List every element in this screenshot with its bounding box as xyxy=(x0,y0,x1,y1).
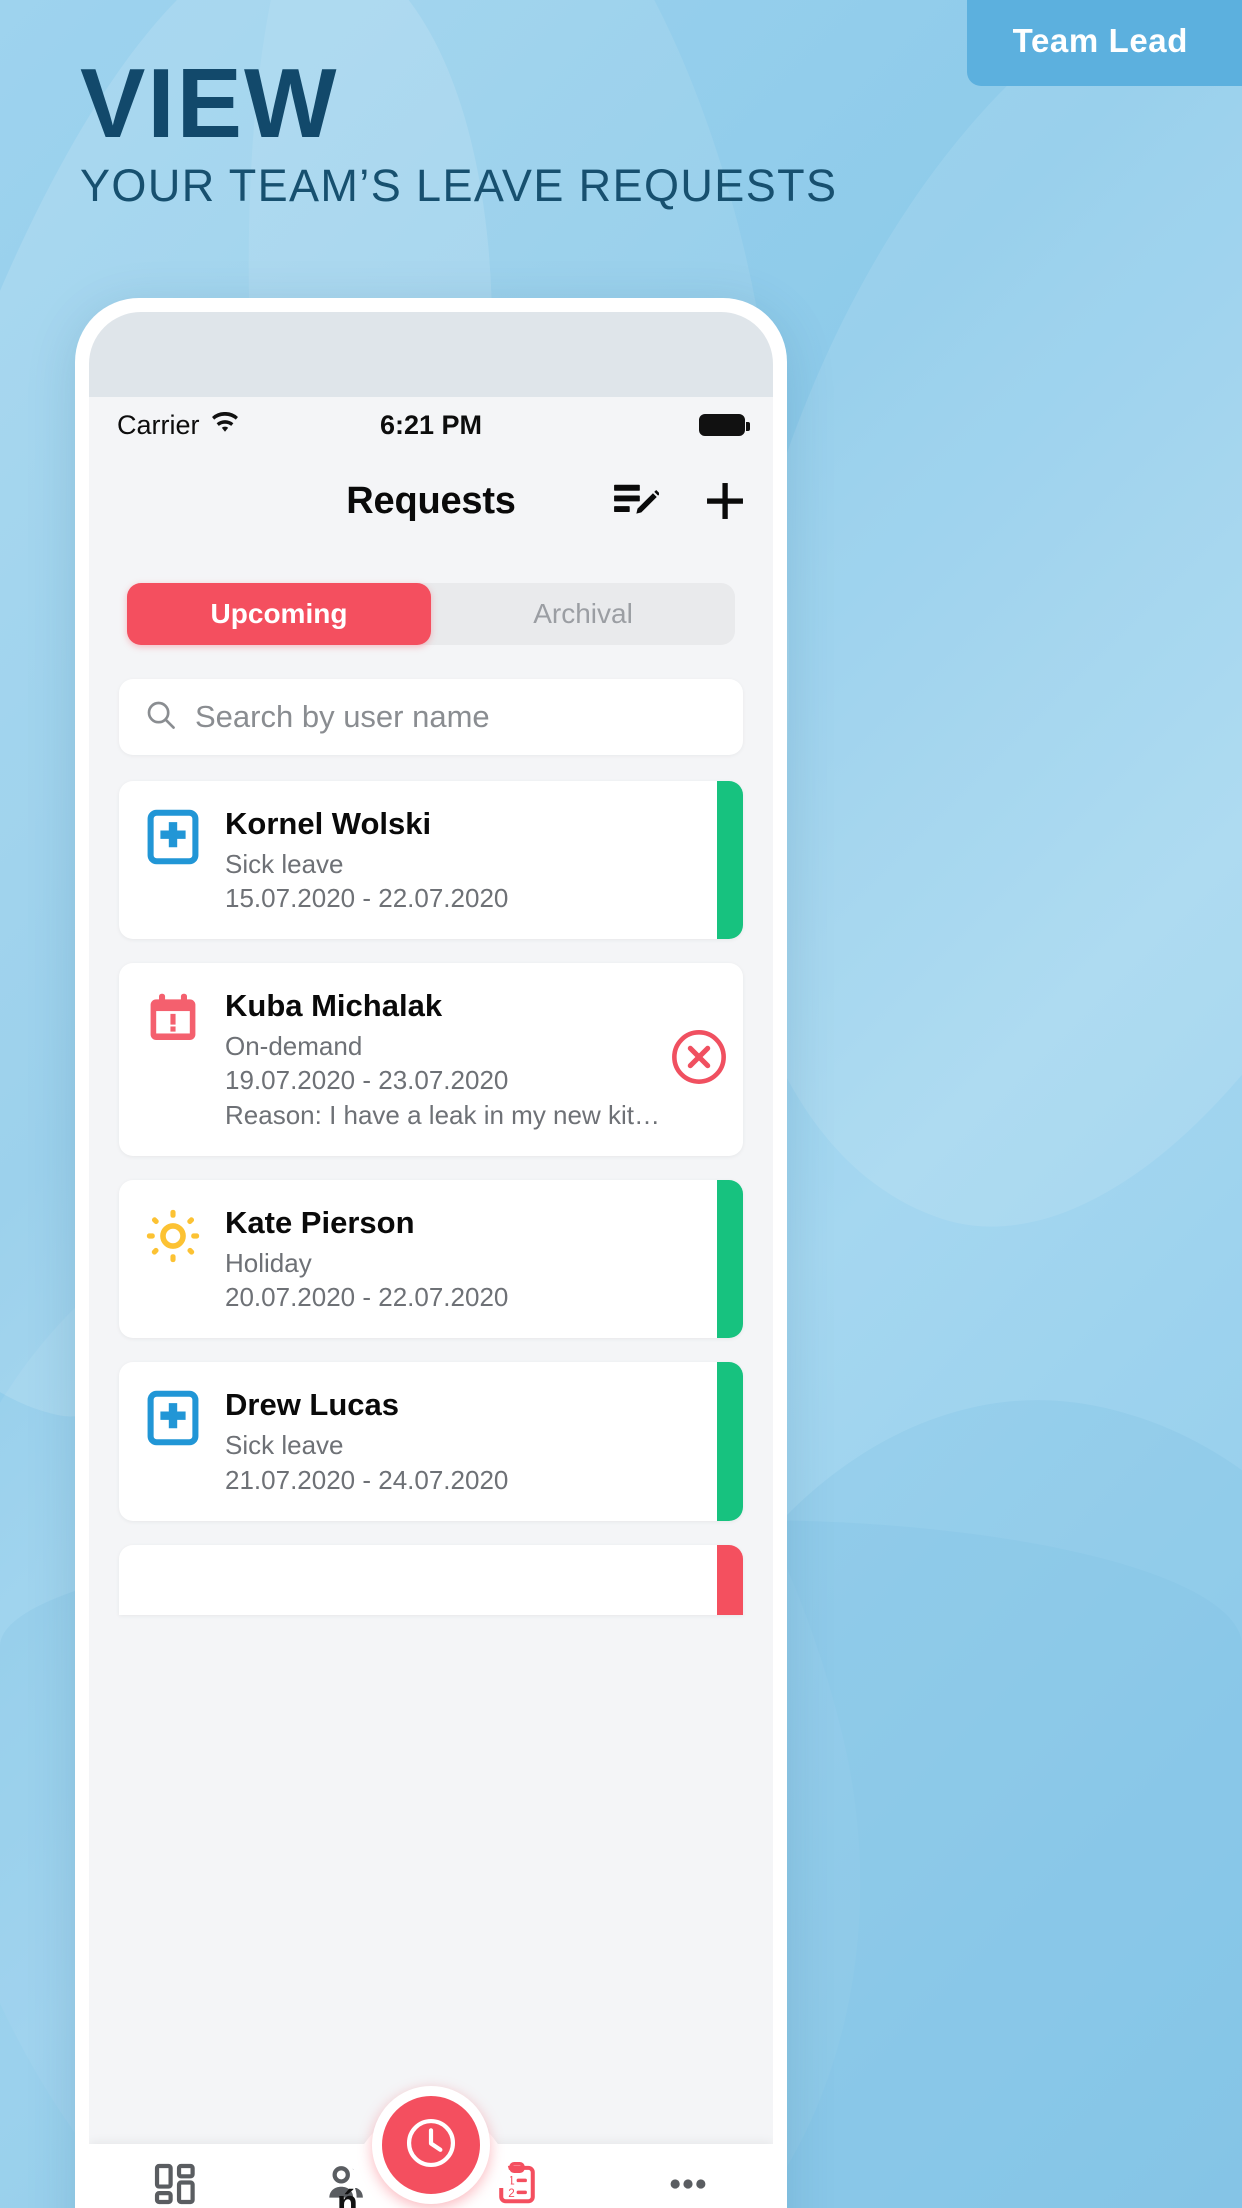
table-row[interactable]: Kornel Wolski Sick leave 15.07.2020 - 22… xyxy=(119,781,743,940)
request-details: Kuba Michalak On-demand 19.07.2020 - 23.… xyxy=(225,987,660,1132)
search-bar[interactable] xyxy=(119,679,743,755)
clock-icon xyxy=(403,2115,459,2176)
table-row[interactable]: Kuba Michalak On-demand 19.07.2020 - 23.… xyxy=(119,963,743,1157)
app-screen: Carrier 6:21 PM Requests Upcoming Archiv… xyxy=(89,397,773,2208)
edit-list-icon[interactable] xyxy=(613,481,659,521)
status-stripe xyxy=(717,781,743,940)
request-details: Kate Pierson Holiday 20.07.2020 - 22.07.… xyxy=(225,1204,717,1314)
status-stripe xyxy=(717,1544,743,1615)
request-date-range: 19.07.2020 - 23.07.2020 xyxy=(225,1065,509,1096)
status-stripe xyxy=(717,1362,743,1521)
tab-dashboard[interactable]: Dashboard xyxy=(89,2162,260,2208)
request-leave-type: Sick leave xyxy=(225,848,344,879)
tab-segmented-control: Upcoming Archival xyxy=(127,583,735,645)
medical-cross-icon xyxy=(145,805,203,915)
sun-icon xyxy=(145,1204,203,1314)
svg-text:2: 2 xyxy=(508,2187,515,2200)
plus-icon[interactable] xyxy=(703,479,747,523)
table-row[interactable]: Kate Pierson Holiday 20.07.2020 - 22.07.… xyxy=(119,1180,743,1339)
ellipsis-icon xyxy=(666,2162,710,2208)
dashboard-grid-icon xyxy=(153,2162,197,2208)
wifi-icon xyxy=(210,410,240,441)
role-badge: Team Lead xyxy=(966,0,1242,86)
request-date-range: 21.07.2020 - 24.07.2020 xyxy=(225,1464,509,1495)
request-user-name: Kate Pierson xyxy=(225,1205,415,1241)
status-stripe xyxy=(717,1180,743,1339)
request-details: Drew Lucas Sick leave 21.07.2020 - 24.07… xyxy=(225,1386,717,1496)
banner-subheadline: YOUR TEAM’S LEAVE REQUESTS xyxy=(80,160,838,211)
request-actions xyxy=(660,963,743,1156)
screenshot-stage: Team Lead VIEW YOUR TEAM’S LEAVE REQUEST… xyxy=(0,0,1242,2208)
request-card-body: Kate Pierson Holiday 20.07.2020 - 22.07.… xyxy=(119,1180,717,1338)
request-leave-type: Sick leave xyxy=(225,1430,344,1461)
request-date-range: 15.07.2020 - 22.07.2020 xyxy=(225,883,509,914)
calendar-alert-icon xyxy=(145,987,203,1132)
phone-mockup: Carrier 6:21 PM Requests Upcoming Archiv… xyxy=(75,298,787,2208)
status-bar: Carrier 6:21 PM xyxy=(89,397,773,453)
bottom-tab-bar: ń 1 2 xyxy=(89,2086,773,2208)
banner-headline: VIEW xyxy=(80,48,339,158)
navigation-actions xyxy=(613,479,747,523)
requests-list: Kornel Wolski Sick leave 15.07.2020 - 22… xyxy=(119,781,743,1521)
segment-archival[interactable]: Archival xyxy=(431,583,735,645)
request-card-body: Kornel Wolski Sick leave 15.07.2020 - 22… xyxy=(119,781,717,939)
request-card-body: Kuba Michalak On-demand 19.07.2020 - 23.… xyxy=(119,963,660,1156)
request-reason: Reason: I have a leak in my new kit… xyxy=(225,1099,660,1130)
request-user-name: Kuba Michalak xyxy=(225,988,443,1024)
search-input[interactable] xyxy=(195,699,717,735)
request-date-range: 20.07.2020 - 22.07.2020 xyxy=(225,1282,509,1313)
carrier-label: Carrier xyxy=(117,409,200,440)
request-user-name: Drew Lucas xyxy=(225,1387,400,1423)
battery-full-icon xyxy=(699,414,750,436)
phone-bezel: Carrier 6:21 PM Requests Upcoming Archiv… xyxy=(89,312,773,2208)
request-details: Kornel Wolski Sick leave 15.07.2020 - 22… xyxy=(225,805,717,915)
table-row-partial[interactable] xyxy=(119,1544,743,1615)
quick-add-fab[interactable] xyxy=(372,2086,490,2204)
reject-request-button[interactable] xyxy=(670,1028,728,1091)
navigation-bar: Requests xyxy=(89,453,773,549)
medical-cross-icon xyxy=(145,1386,203,1496)
request-leave-type: Holiday xyxy=(225,1247,312,1278)
tab-more[interactable]: More xyxy=(602,2162,773,2208)
request-leave-type: On-demand xyxy=(225,1031,363,1062)
request-card-body: Drew Lucas Sick leave 21.07.2020 - 24.07… xyxy=(119,1362,717,1520)
status-bar-left: Carrier xyxy=(117,410,240,441)
peek-letter: ń xyxy=(337,2184,358,2208)
table-row[interactable]: Drew Lucas Sick leave 21.07.2020 - 24.07… xyxy=(119,1362,743,1521)
search-icon xyxy=(145,699,177,736)
segment-upcoming[interactable]: Upcoming xyxy=(127,583,431,645)
status-bar-right xyxy=(699,414,750,436)
request-user-name: Kornel Wolski xyxy=(225,806,432,841)
